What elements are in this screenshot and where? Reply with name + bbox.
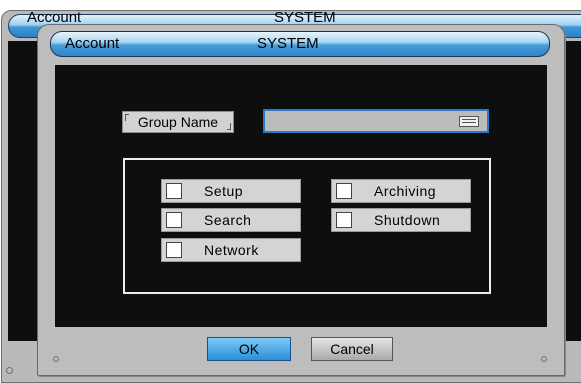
keyboard-key-row (462, 119, 476, 120)
keyboard-key-row (462, 122, 476, 123)
group-name-label-text: Group Name (137, 114, 219, 130)
permission-setup[interactable]: Setup (161, 179, 301, 203)
setup-checkbox[interactable] (166, 183, 182, 199)
label-corner-decoration (227, 123, 231, 130)
shutdown-label: Shutdown (374, 212, 441, 228)
corner-marker (6, 367, 13, 374)
background-title-system: SYSTEM (274, 9, 336, 25)
archiving-label: Archiving (374, 183, 437, 199)
background-title-account: Account (27, 9, 82, 25)
archiving-checkbox[interactable] (336, 183, 352, 199)
dialog-content: Group Name Setup Archiving Search Shutdo… (55, 65, 547, 327)
dialog-section: SYSTEM (257, 35, 319, 52)
network-label: Network (204, 242, 259, 258)
dialog-titlebar[interactable]: Account SYSTEM (50, 31, 550, 57)
keyboard-icon[interactable] (459, 116, 479, 127)
network-checkbox[interactable] (166, 242, 182, 258)
dialog-title: Account (65, 35, 120, 52)
account-dialog: Account SYSTEM Group Name Setup Archivin… (37, 24, 565, 376)
permission-network[interactable]: Network (161, 238, 301, 262)
label-corner-decoration (125, 114, 129, 121)
permission-shutdown[interactable]: Shutdown (331, 208, 471, 232)
corner-marker (541, 356, 547, 362)
search-label: Search (204, 212, 252, 228)
cancel-button[interactable]: Cancel (311, 337, 393, 361)
group-name-label: Group Name (122, 111, 234, 133)
ok-button[interactable]: OK (207, 337, 291, 361)
setup-label: Setup (204, 183, 244, 199)
permission-archiving[interactable]: Archiving (331, 179, 471, 203)
permission-search[interactable]: Search (161, 208, 301, 232)
shutdown-checkbox[interactable] (336, 212, 352, 228)
permissions-box: Setup Archiving Search Shutdown Network (123, 158, 491, 294)
corner-marker (53, 356, 59, 362)
group-name-input[interactable] (263, 109, 489, 133)
search-checkbox[interactable] (166, 212, 182, 228)
